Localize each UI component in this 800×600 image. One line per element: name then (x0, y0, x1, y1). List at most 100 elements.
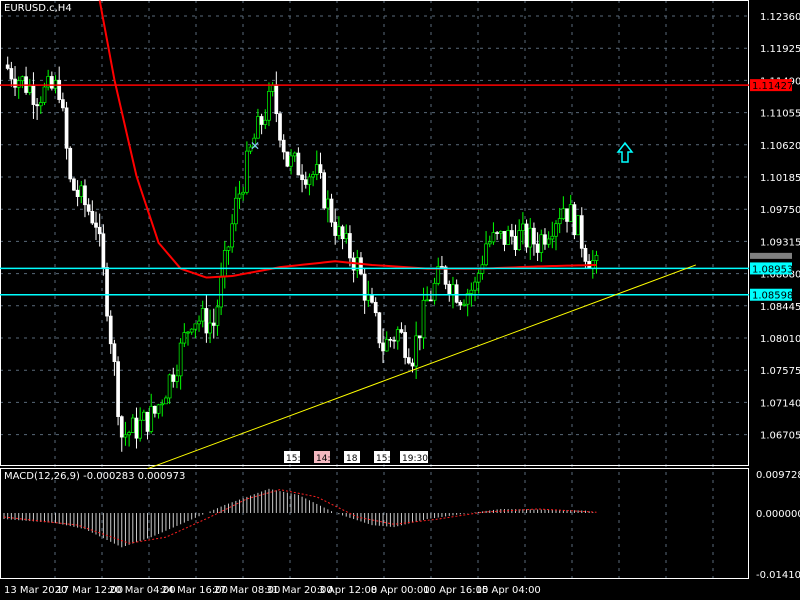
candle-body (97, 226, 102, 235)
candle-body (134, 417, 139, 439)
candle-body (458, 301, 463, 306)
candle-body (160, 403, 165, 406)
gray-price-label (750, 252, 792, 259)
candle-body (370, 294, 374, 303)
candle-body (64, 107, 69, 149)
trend-line (147, 264, 697, 470)
candle-body (241, 191, 246, 195)
candle-body (451, 284, 455, 295)
candle-body (502, 231, 507, 245)
candle-body (432, 282, 437, 301)
price-tick-label: 1.08445 (760, 302, 800, 313)
candle-body (557, 218, 562, 225)
candle-body (226, 246, 231, 251)
candle-body (517, 230, 522, 250)
macd-signal-line (3, 489, 597, 544)
candle-body (215, 306, 220, 326)
price-tick-label: 1.11925 (760, 44, 800, 55)
candle-body (314, 164, 319, 175)
price-tick-label: 1.11055 (760, 109, 800, 120)
candle-body (75, 189, 80, 197)
candle-body (406, 357, 411, 364)
candle-body (509, 230, 514, 237)
candle-body (31, 85, 36, 105)
candle-body (359, 257, 363, 275)
candle-body (263, 119, 268, 125)
candle-body (193, 323, 198, 330)
candle-body (572, 204, 577, 236)
candle-body (267, 90, 271, 121)
candle-body (130, 417, 135, 433)
candle-body (594, 254, 599, 261)
macd-tick-label: 0.009728 (756, 470, 800, 481)
candle-body (440, 266, 444, 268)
chart-window[interactable]: 1.123601.119251.114901.110551.106201.101… (0, 0, 800, 600)
candle-body (388, 339, 393, 341)
candle-body (403, 332, 407, 358)
candle-body (414, 335, 419, 367)
candle-body (535, 243, 540, 253)
candle-body (513, 235, 518, 250)
candle-body (491, 232, 496, 243)
candle-body (164, 397, 168, 405)
candle-body (325, 198, 330, 209)
candle-body (27, 85, 32, 93)
price-tick-label: 1.10620 (760, 141, 800, 152)
price-tick-label: 1.09315 (760, 237, 800, 248)
candle-body (127, 432, 131, 436)
candle-body (473, 281, 477, 291)
candle-body (539, 234, 544, 253)
price-chart[interactable]: 1.123601.119251.114901.110551.106201.101… (0, 0, 800, 600)
candle-body (506, 230, 511, 245)
candle-body (447, 283, 452, 295)
candle-body (178, 342, 183, 377)
candle-body (197, 320, 201, 325)
candle-body (94, 222, 98, 228)
candle-body (281, 139, 286, 153)
candle-body (568, 204, 573, 222)
candle-body (108, 315, 113, 345)
candle-body (5, 64, 10, 69)
candle-body (318, 164, 323, 174)
candle-body (156, 404, 161, 414)
price-label: 1.11427 (752, 81, 793, 92)
candle-body (469, 289, 474, 294)
candle-body (565, 208, 569, 222)
time-label: 14: (316, 454, 330, 464)
candle-body (576, 215, 580, 236)
macd-tick-label: -0.014104 (756, 570, 800, 581)
candle-body (119, 416, 124, 438)
candle-body (208, 322, 212, 334)
candle-body (42, 86, 47, 103)
candle-body (583, 247, 588, 262)
candle-body (171, 374, 176, 382)
candle-body (86, 204, 91, 212)
candle-body (373, 301, 378, 314)
candle-body (344, 233, 349, 240)
candle-body (484, 243, 488, 266)
macd-tick-label: 0.000000 (756, 509, 800, 520)
candle-body (186, 331, 190, 334)
time-tick-label: 15 Apr 04:00 (476, 585, 541, 596)
candle-body (392, 339, 396, 342)
candle-body (454, 284, 459, 303)
candle-body (57, 79, 62, 100)
candle-body (16, 80, 21, 88)
candle-body (245, 150, 249, 193)
macd-title: MACD(12,26,9) -0.000283 0.000973 (4, 471, 186, 482)
candle-body (141, 411, 146, 421)
candle-body (348, 233, 352, 259)
candle-body (200, 308, 205, 322)
time-tick-label: 3 Apr 12:00 (318, 585, 377, 596)
candle-body (337, 226, 341, 236)
candle-body (561, 208, 566, 220)
candle-body (9, 68, 14, 80)
candle-body (175, 375, 179, 382)
candle-body (377, 312, 382, 344)
candle-body (233, 197, 238, 225)
candle-body (462, 303, 466, 306)
candle-body (72, 178, 76, 191)
candle-body (296, 152, 301, 176)
price-label: 1.08598 (752, 291, 793, 302)
price-tick-label: 1.09750 (760, 205, 800, 216)
